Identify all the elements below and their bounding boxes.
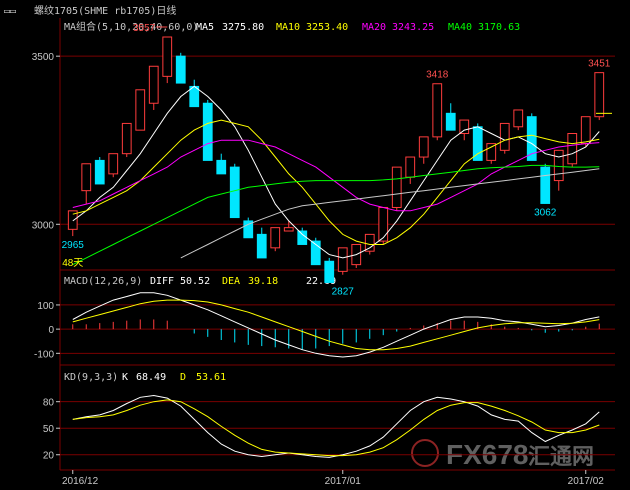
macd-axis-tick-label: 100 (37, 301, 54, 312)
annotation-label: 2965 (62, 240, 85, 251)
candle-body (405, 156, 416, 178)
macd-axis-tick-label: -100 (34, 349, 54, 360)
candle-body (202, 102, 213, 161)
macd-axis-tick-label: 0 (48, 325, 54, 336)
ma5-value: 3275.80 (222, 22, 264, 33)
price-axis-tick-label: 3000 (32, 220, 55, 231)
window-title: 螺纹1705(SHME rb1705)日线 (34, 4, 176, 17)
candle-body (283, 227, 294, 232)
candle-body (378, 206, 389, 242)
candle-body (553, 149, 564, 182)
x-axis-label: 2017/01 (325, 476, 362, 487)
macd-dea-value: 39.18 (248, 276, 278, 287)
kd-d-value: 53.61 (196, 372, 226, 383)
kd-k-value: 68.49 (136, 372, 166, 383)
candle-body (486, 143, 497, 161)
ma5-label: MA5 (196, 22, 214, 33)
annotation-label: 48天 (62, 258, 83, 269)
candle-body (391, 166, 402, 208)
window-control-icon[interactable]: ▭▭ (4, 6, 16, 17)
kd-axis-tick-label: 20 (43, 451, 55, 462)
ma40-label: MA40 (448, 22, 472, 33)
candle-body (472, 126, 483, 161)
candle-body (297, 230, 308, 245)
candle-body (189, 85, 200, 108)
candle-body (229, 166, 240, 219)
kd-header: KD(9,3,3) (64, 372, 118, 383)
candle-body (364, 233, 375, 252)
candle-body (81, 163, 92, 192)
kd-axis-tick-label: 50 (43, 424, 55, 435)
ma-header: MA组合(5,10,20,40,60,0) (64, 20, 198, 33)
candle-body (162, 36, 173, 77)
candle-body (324, 260, 335, 283)
x-axis-label: 2017/02 (568, 476, 605, 487)
candle-body (148, 65, 159, 104)
watermark-suffix: 汇通网 (528, 445, 594, 470)
macd-diff-value: 50.52 (180, 276, 210, 287)
chart-canvas: ▭▭ 螺纹1705(SHME rb1705)日线 MA组合(5,10,20,40… (0, 0, 630, 490)
annotation-label: 3557 (133, 23, 156, 34)
candle-body (94, 159, 105, 185)
candle-body (256, 233, 267, 259)
candle-body (580, 116, 591, 145)
candle-body (540, 166, 551, 204)
candle-body (135, 89, 146, 131)
ma10-label: MA10 (276, 22, 300, 33)
ma10-value: 3253.40 (306, 22, 348, 33)
macd-header: MACD(12,26,9) (64, 276, 142, 287)
candle-body (594, 72, 605, 118)
candle-body (445, 112, 456, 131)
x-axis-label: 2016/12 (62, 476, 99, 487)
candle-body (121, 122, 132, 155)
candle-body (499, 122, 510, 151)
price-axis-tick-label: 3500 (32, 52, 55, 63)
annotation-label: 3062 (534, 207, 557, 218)
candle-body (459, 119, 470, 135)
kd-axis-tick-label: 80 (43, 398, 55, 409)
candle-body (418, 136, 429, 158)
ma40-value: 3170.63 (478, 22, 520, 33)
ma20-label: MA20 (362, 22, 386, 33)
macd-diff-label: DIFF (150, 276, 174, 287)
annotation-label: 2827 (332, 286, 355, 297)
candle-body (513, 109, 524, 128)
annotation-label: 3451 (588, 59, 611, 70)
annotation-label: 3418 (426, 70, 449, 81)
candle-body (175, 55, 186, 84)
kd-k-label: K (122, 372, 128, 383)
kd-legend: KD(9,3,3) K 68.49 D 53.61 (64, 372, 226, 383)
candle-body (567, 133, 578, 165)
ma20-value: 3243.25 (392, 22, 434, 33)
candle-body (108, 153, 119, 175)
candle-body (270, 227, 281, 249)
candle-body (337, 247, 348, 272)
candle-body (216, 159, 227, 175)
candle-body (432, 83, 443, 138)
kd-d-label: D (180, 372, 186, 383)
macd-dea-label: DEA (222, 276, 240, 287)
